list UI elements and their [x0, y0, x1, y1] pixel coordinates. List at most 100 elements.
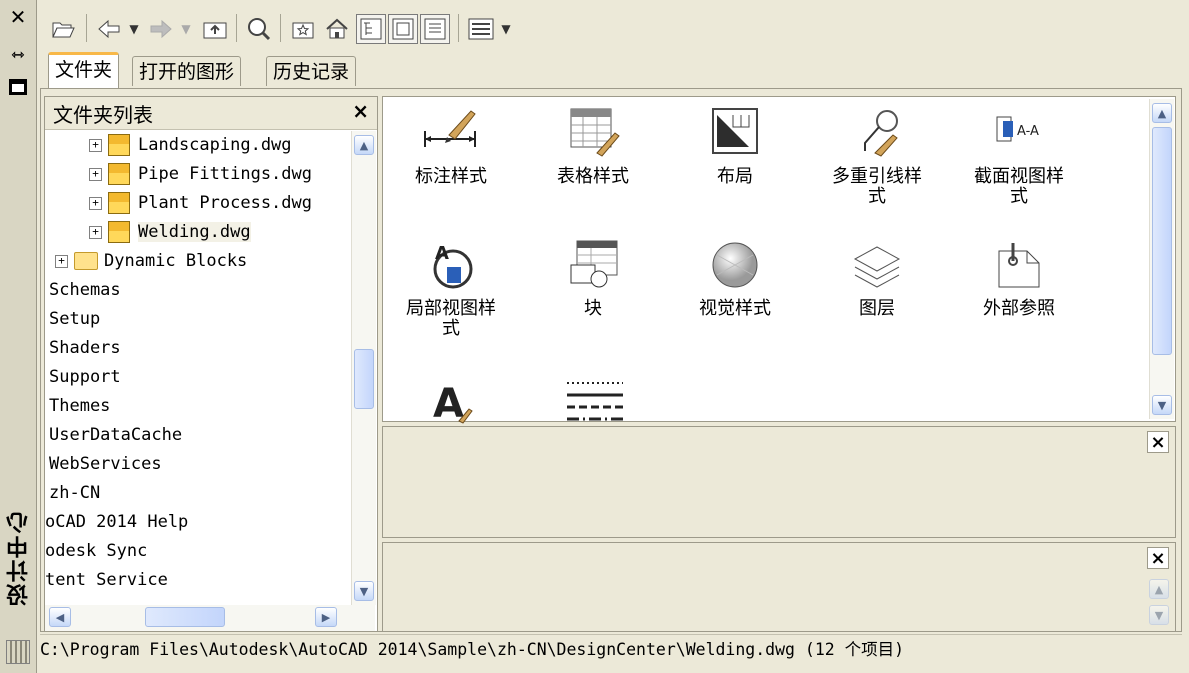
dimension-style-icon	[419, 105, 483, 161]
open-icon[interactable]	[48, 14, 78, 44]
item-label: 图层	[859, 298, 895, 319]
up-icon[interactable]	[200, 14, 230, 44]
scroll-up-icon[interactable]: ▲	[354, 135, 374, 155]
item-visual-styles[interactable]: 视觉样式	[671, 237, 799, 319]
close-icon[interactable]: ×	[1147, 431, 1169, 453]
scroll-down-icon[interactable]: ▼	[1149, 605, 1169, 625]
home-icon[interactable]	[322, 14, 352, 44]
tree-node[interactable]: Shaders	[49, 334, 121, 362]
tree-node[interactable]: WebServices	[49, 450, 162, 478]
tree-vertical-scrollbar[interactable]: ▲ ▼	[351, 131, 376, 605]
toolbar: ▼ ▼ ▼	[40, 6, 1180, 54]
svg-text:A: A	[435, 243, 449, 264]
expand-icon[interactable]: +	[89, 225, 102, 239]
tree-node[interactable]: odesk Sync	[45, 537, 147, 565]
item-blocks[interactable]: 块	[529, 237, 657, 319]
item-label: 局部视图样 式	[406, 298, 496, 339]
tree-node[interactable]: + Landscaping.dwg	[89, 131, 292, 159]
item-label: 多重引线样 式	[832, 166, 922, 207]
close-icon[interactable]: ✕	[6, 6, 30, 28]
tree-node-label: Plant Process.dwg	[138, 193, 312, 213]
tree-node-label: Landscaping.dwg	[138, 135, 292, 155]
favorites-icon[interactable]	[288, 14, 318, 44]
forward-icon[interactable]	[146, 14, 176, 44]
scroll-left-icon[interactable]: ◀	[49, 607, 71, 627]
detail-view-style-icon: A	[419, 237, 483, 293]
item-dimension-styles[interactable]: 标注样式	[387, 105, 515, 187]
item-label: 标注样式	[415, 166, 487, 187]
tab-open-drawings[interactable]: 打开的图形	[132, 56, 242, 86]
status-bar: C:\Program Files\Autodesk\AutoCAD 2014\S…	[40, 634, 1182, 665]
drawing-file-icon	[108, 134, 130, 156]
properties-icon[interactable]	[6, 78, 30, 100]
description-icon[interactable]	[420, 14, 450, 44]
table-style-icon	[561, 105, 625, 161]
scroll-down-icon[interactable]: ▼	[1152, 395, 1172, 415]
tree-node[interactable]: + Dynamic Blocks	[55, 247, 247, 275]
tree-node[interactable]: Setup	[49, 305, 100, 333]
item-multileader-styles[interactable]: 多重引线样 式	[813, 105, 941, 207]
item-label: 外部参照	[983, 298, 1055, 319]
palette-title-strip: ✕ ⇿ 设计中心	[0, 0, 37, 673]
scroll-down-icon[interactable]: ▼	[354, 581, 374, 601]
tree-node-label: Welding.dwg	[138, 222, 251, 242]
back-dropdown-icon[interactable]: ▼	[126, 14, 142, 44]
layers-icon	[845, 237, 909, 293]
folder-tree: + Landscaping.dwg + Pipe Fittings.dwg + Pla…	[45, 131, 345, 607]
tree-node[interactable]: zh-CN	[49, 479, 100, 507]
scroll-up-icon[interactable]: ▲	[1149, 579, 1169, 599]
tab-history[interactable]: 历史记录	[266, 56, 357, 86]
expand-icon[interactable]: +	[55, 254, 68, 268]
tree-horizontal-scrollbar[interactable]: ◀ ▶	[45, 605, 375, 631]
views-dropdown-icon[interactable]: ▼	[498, 14, 514, 44]
item-layers[interactable]: 图层	[813, 237, 941, 319]
tree-node[interactable]: + Pipe Fittings.dwg	[89, 160, 312, 188]
search-icon[interactable]	[244, 14, 274, 44]
item-label: 布局	[717, 166, 753, 187]
scrollbar-thumb[interactable]	[145, 607, 225, 627]
section-view-style-icon: A-A	[987, 105, 1051, 161]
tree-node[interactable]: + Plant Process.dwg	[89, 189, 312, 217]
item-label: 表格样式	[557, 166, 629, 187]
auto-hide-icon[interactable]: ⇿	[6, 44, 30, 66]
expand-icon[interactable]: +	[89, 196, 102, 210]
svg-text:A-A: A-A	[1017, 124, 1039, 139]
tree-node[interactable]: oCAD 2014 Help	[45, 508, 188, 536]
views-icon[interactable]	[466, 14, 496, 44]
tree-view-toggle-icon[interactable]	[356, 14, 386, 44]
item-xrefs[interactable]: 外部参照	[955, 237, 1083, 319]
multileader-style-icon	[845, 105, 909, 161]
preview-icon[interactable]	[388, 14, 418, 44]
visual-style-icon	[703, 237, 767, 293]
expand-icon[interactable]: +	[89, 138, 102, 152]
description-pane: × ▲ ▼	[382, 542, 1176, 632]
forward-dropdown-icon[interactable]: ▼	[178, 14, 194, 44]
item-label: 块	[584, 298, 602, 319]
close-icon[interactable]: ×	[1147, 547, 1169, 569]
content-area: 标注样式 表格样式 布局 多重引线样 式 A-A 截面视图样 式 A 局部视图样…	[382, 96, 1176, 427]
scrollbar-thumb[interactable]	[354, 349, 374, 409]
linetype-icon	[561, 373, 625, 429]
tree-node[interactable]: Support	[49, 363, 121, 391]
tree-node[interactable]: Themes	[49, 392, 110, 420]
back-icon[interactable]	[94, 14, 124, 44]
tab-folders[interactable]: 文件夹	[48, 52, 120, 88]
tree-node[interactable]: UserDataCache	[49, 421, 182, 449]
tree-node-selected[interactable]: + Welding.dwg	[89, 218, 251, 246]
expand-icon[interactable]: +	[89, 167, 102, 181]
item-table-styles[interactable]: 表格样式	[529, 105, 657, 187]
scroll-up-icon[interactable]: ▲	[1152, 103, 1172, 123]
tree-node[interactable]: Schemas	[49, 276, 121, 304]
close-icon[interactable]: ×	[352, 99, 369, 123]
content-vertical-scrollbar[interactable]: ▲ ▼	[1149, 99, 1174, 419]
preview-pane: ×	[382, 426, 1176, 538]
item-section-view-styles[interactable]: A-A 截面视图样 式	[955, 105, 1083, 207]
text-style-icon: A	[419, 373, 483, 429]
scrollbar-thumb[interactable]	[1152, 127, 1172, 355]
tree-node-label: Pipe Fittings.dwg	[138, 164, 312, 184]
scroll-right-icon[interactable]: ▶	[315, 607, 337, 627]
tree-node[interactable]: tent Service	[45, 566, 168, 594]
item-layouts[interactable]: 布局	[671, 105, 799, 187]
block-icon	[561, 237, 625, 293]
item-detail-view-styles[interactable]: A 局部视图样 式	[387, 237, 515, 339]
